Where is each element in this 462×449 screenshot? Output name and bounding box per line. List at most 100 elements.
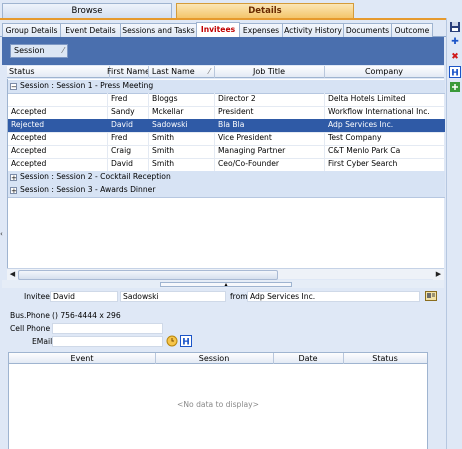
cell-first-name: Fred [108, 93, 149, 106]
group-row-session-3[interactable]: + Session : Session 3 - Awards Dinner [8, 184, 445, 198]
column-header-status[interactable]: Status [7, 66, 110, 78]
invitee-first-name-field[interactable]: David [50, 291, 118, 302]
cell-company: Delta Hotels Limited [328, 94, 406, 103]
group-row-label: Session : Session 2 - Cocktail Reception [20, 172, 171, 181]
cell-company: Workflow International Inc. [328, 107, 430, 116]
horizontal-scrollbar[interactable]: ◀ ▶ [7, 268, 444, 280]
subtab-sessions-and-tasks[interactable]: Sessions and Tasks [120, 23, 197, 38]
invitee-detail-panel: Invitee David Sadowski from Adp Services… [2, 288, 444, 352]
invitee-company-field[interactable]: Adp Services Inc. [247, 291, 420, 302]
cell-company: Adp Services Inc. [328, 120, 394, 129]
collapse-icon[interactable]: − [10, 83, 17, 91]
svg-text:H: H [451, 69, 459, 79]
expand-icon[interactable]: + [10, 187, 17, 195]
cell-first-name: Craig [108, 145, 149, 158]
detail-subtabs: Group Details Event Details Sessions and… [0, 21, 446, 39]
svg-text:H: H [182, 338, 190, 348]
cell-company: First Cyber Search [328, 159, 398, 168]
table-row[interactable]: Accepted David Smith Ceo/Co-Founder Firs… [8, 158, 445, 172]
column-header-last-name[interactable]: Last Name ⁄ [148, 66, 215, 78]
group-row-session-1[interactable]: − Session : Session 1 - Press Meeting [8, 80, 445, 94]
delete-icon[interactable]: ✖ [449, 51, 461, 63]
subtab-documents[interactable]: Documents [343, 23, 392, 38]
group-row-label: Session : Session 3 - Awards Dinner [20, 185, 156, 194]
cell-last-name: Mckellar [149, 106, 215, 119]
cell-first-name: Sandy [108, 106, 149, 119]
cell-last-name: Smith [149, 145, 215, 158]
bus-phone-label: Bus.Phone [10, 311, 50, 320]
cell-job-title: Bla Bla [218, 120, 245, 129]
cell-last-name: Sadowski [152, 120, 188, 129]
group-by-label: Session [14, 46, 45, 55]
cell-status [8, 93, 108, 106]
empty-grid-message: <No data to display> [177, 400, 259, 409]
column-header-company[interactable]: Company [324, 66, 444, 78]
subtab-outcome[interactable]: Outcome [391, 23, 433, 38]
bus-phone-field[interactable]: () 756-4444 x 296 [49, 310, 163, 321]
splitter-toggle-icon[interactable]: ▴ [160, 282, 292, 288]
right-toolbar: ✚ ✖ H [446, 18, 462, 449]
clock-icon[interactable] [166, 335, 178, 347]
cell-company: Test Company [328, 133, 382, 142]
column-header-first-name[interactable]: First Name [107, 66, 149, 78]
tab-underline [0, 18, 446, 20]
cell-status: Accepted [8, 106, 108, 119]
group-by-panel [2, 37, 444, 65]
cell-job-title: Ceo/Co-Founder [215, 158, 325, 171]
cell-last-name: Smith [149, 132, 215, 145]
subtab-event-details[interactable]: Event Details [60, 23, 121, 38]
cell-job-title: Director 2 [215, 93, 325, 106]
invitee-last-name-field[interactable]: Sadowski [120, 291, 226, 302]
cell-job-title: Managing Partner [215, 145, 325, 158]
cell-status: Accepted [8, 132, 108, 145]
scrollbar-thumb[interactable] [18, 270, 278, 280]
tab-details[interactable]: Details [176, 3, 354, 18]
cell-status: Accepted [8, 158, 108, 171]
cell-last-name: Bloggs [149, 93, 215, 106]
history-small-icon[interactable]: H [180, 335, 192, 348]
invitees-grid-header: Status First Name Last Name ⁄ Job Title C… [7, 66, 444, 78]
export-icon[interactable] [449, 81, 461, 93]
add-icon[interactable]: ✚ [449, 36, 461, 48]
subtab-expenses[interactable]: Expenses [239, 23, 283, 38]
subtab-activity-history[interactable]: Activity History [282, 23, 344, 38]
cell-first-name: David [108, 158, 149, 171]
sort-icon: ⁄ [62, 46, 64, 55]
cell-first-name: David [111, 120, 133, 129]
history-icon[interactable]: H [449, 66, 461, 79]
cell-phone-label: Cell Phone [10, 324, 51, 333]
from-label: from [230, 292, 248, 301]
cell-job-title: Vice President [215, 132, 325, 145]
save-icon[interactable] [449, 21, 461, 33]
table-row[interactable]: Accepted Craig Smith Managing Partner C&… [8, 145, 445, 159]
collapse-left-icon[interactable]: ‹ [0, 230, 4, 240]
cell-phone-field[interactable] [52, 323, 163, 334]
cell-last-name: Smith [149, 158, 215, 171]
invitees-grid-body: − Session : Session 1 - Press Meeting Fr… [7, 79, 445, 268]
subtab-group-details[interactable]: Group Details [2, 23, 61, 38]
column-header-job-title[interactable]: Job Title [214, 66, 325, 78]
sessions-grid-header: Event Session Date Status [8, 352, 428, 365]
cell-first-name: Fred [108, 132, 149, 145]
column-header-last-name-label: Last Name [151, 67, 195, 76]
cell-job-title: President [215, 106, 325, 119]
group-row-session-2[interactable]: + Session : Session 2 - Cocktail Recepti… [8, 171, 445, 185]
cell-status: Accepted [8, 145, 108, 158]
cell-status: Rejected [11, 120, 45, 129]
invitee-label: Invitee [24, 292, 50, 301]
table-row[interactable]: Fred Bloggs Director 2 Delta Hotels Limi… [8, 93, 445, 107]
scroll-left-icon[interactable]: ◀ [7, 269, 18, 280]
group-by-session-button[interactable]: Session ⁄ [10, 44, 68, 58]
lookup-contact-icon[interactable] [425, 290, 437, 302]
table-row[interactable]: Accepted Fred Smith Vice President Test … [8, 132, 445, 146]
email-label: EMail [32, 337, 53, 346]
group-row-label: Session : Session 1 - Press Meeting [20, 81, 154, 90]
email-field[interactable] [52, 336, 163, 347]
tab-browse[interactable]: Browse [2, 3, 172, 18]
cell-company: C&T Menlo Park Ca [328, 146, 401, 155]
table-row-selected[interactable]: Rejected David Sadowski Bla Bla Adp Serv… [8, 119, 445, 133]
scroll-right-icon[interactable]: ▶ [433, 269, 444, 280]
sort-indicator-icon: ⁄ [208, 67, 211, 76]
expand-icon[interactable]: + [10, 174, 17, 182]
table-row[interactable]: Accepted Sandy Mckellar President Workfl… [8, 106, 445, 120]
